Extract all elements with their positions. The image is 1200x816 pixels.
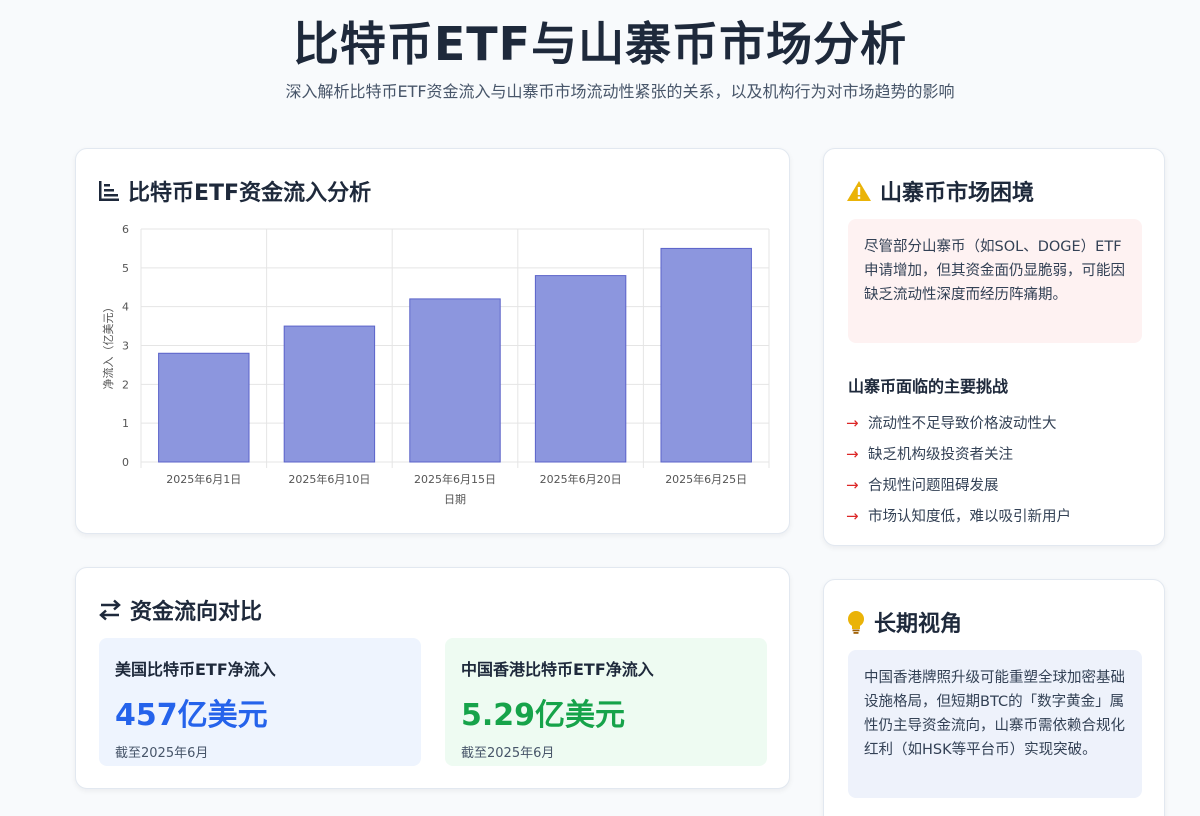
- challenge-text: 缺乏机构级投资者关注: [868, 447, 1013, 463]
- page-subtitle: 深入解析比特币ETF资金流入与山寨币市场流动性紧张的关系，以及机构行为对市场趋势…: [285, 82, 955, 101]
- challenge-text: 流动性不足导致价格波动性大: [868, 416, 1057, 432]
- long-card-heading: 长期视角: [846, 606, 962, 638]
- x-tick-label: 2025年6月25日: [665, 472, 747, 486]
- hk-etf-inflow-value: 5.29亿美元: [461, 698, 626, 733]
- challenge-list: → 流动性不足导致价格波动性大 → 缺乏机构级投资者关注 → 合规性问题阻碍发展…: [846, 407, 1071, 531]
- y-tick-label: 0: [122, 456, 129, 469]
- long-term-perspective-card: 长期视角 中国香港牌照升级可能重塑全球加密基础设施格局，但短期BTC的「数字黄金…: [823, 579, 1165, 816]
- hk-etf-inflow-label: 中国香港比特币ETF净流入: [461, 660, 654, 679]
- y-tick-label: 4: [122, 301, 129, 314]
- alt-card-title: 山寨币市场困境: [880, 181, 1035, 206]
- long-term-info-box: 中国香港牌照升级可能重塑全球加密基础设施格局，但短期BTC的「数字黄金」属性仍主…: [848, 650, 1142, 798]
- altcoin-dilemma-card: 山寨币市场困境 尽管部分山寨币（如SOL、DOGE）ETF申请增加，但其资金面仍…: [823, 148, 1165, 546]
- bar: [534, 275, 627, 463]
- flow-card-title: 资金流向对比: [130, 600, 263, 625]
- list-item: → 流动性不足导致价格波动性大: [846, 407, 1071, 438]
- hk-etf-inflow-box: 中国香港比特币ETF净流入 5.29亿美元 截至2025年6月: [445, 638, 767, 766]
- us-etf-inflow-box: 美国比特币ETF净流入 457亿美元 截至2025年6月: [99, 638, 421, 766]
- x-tick-label: 2025年6月1日: [166, 472, 241, 486]
- list-item: → 市场认知度低，难以吸引新用户: [846, 500, 1071, 531]
- y-tick-label: 3: [122, 340, 129, 353]
- challenges-heading: 山寨币面临的主要挑战: [848, 377, 1009, 396]
- etf-inflow-bar-chart: 0 1 2 3 4 5 6 2025年6月1日 2025年6月10日 2025年6月15日 2025…: [101, 223, 770, 506]
- x-tick-label: 2025年6月15日: [414, 472, 496, 486]
- us-etf-inflow-note: 截至2025年6月: [115, 746, 209, 761]
- bar: [660, 247, 752, 463]
- bar: [158, 352, 250, 463]
- y-tick-label: 1: [122, 417, 129, 430]
- flow-card-heading: 资金流向对比: [98, 594, 262, 626]
- hk-etf-inflow-note: 截至2025年6月: [461, 746, 555, 761]
- long-card-title: 长期视角: [874, 612, 963, 637]
- list-item: → 合规性问题阻碍发展: [846, 469, 1071, 500]
- us-etf-inflow-label: 美国比特币ETF净流入: [115, 660, 276, 679]
- etf-inflow-chart-card: 比特币ETF资金流入分析 0 1 2 3 4 5 6 2025年6月1日 2025年6月10日 2…: [75, 148, 790, 534]
- x-tick-label: 2025年6月20日: [540, 472, 622, 486]
- y-tick-label: 6: [122, 223, 129, 236]
- challenge-text: 合规性问题阻碍发展: [868, 478, 999, 494]
- exchange-arrows-icon: [98, 599, 122, 621]
- lightbulb-icon: [846, 610, 866, 634]
- altcoin-warning-box: 尽管部分山寨币（如SOL、DOGE）ETF申请增加，但其资金面仍显脆弱，可能因缺…: [848, 219, 1142, 343]
- arrow-right-icon: →: [846, 475, 859, 494]
- bar: [283, 325, 376, 463]
- fund-flow-comparison-card: 资金流向对比 美国比特币ETF净流入 457亿美元 截至2025年6月 中国香港…: [75, 567, 790, 789]
- arrow-right-icon: →: [846, 413, 859, 432]
- list-item: → 缺乏机构级投资者关注: [846, 438, 1071, 469]
- x-tick-label: 2025年6月10日: [288, 472, 370, 486]
- arrow-right-icon: →: [846, 444, 859, 463]
- alt-card-heading: 山寨币市场困境: [846, 175, 1034, 207]
- bar: [409, 298, 501, 463]
- y-tick-label: 2: [122, 378, 129, 391]
- y-tick-label: 5: [122, 262, 129, 275]
- x-axis-title: 日期: [444, 493, 466, 506]
- warning-triangle-icon: [846, 180, 872, 202]
- page-title: 比特币ETF与山寨币市场分析: [292, 17, 908, 71]
- us-etf-inflow-value: 457亿美元: [115, 698, 268, 733]
- y-axis-title: 净流入（亿美元）: [101, 302, 115, 390]
- challenge-text: 市场认知度低，难以吸引新用户: [868, 509, 1071, 525]
- arrow-right-icon: →: [846, 506, 859, 525]
